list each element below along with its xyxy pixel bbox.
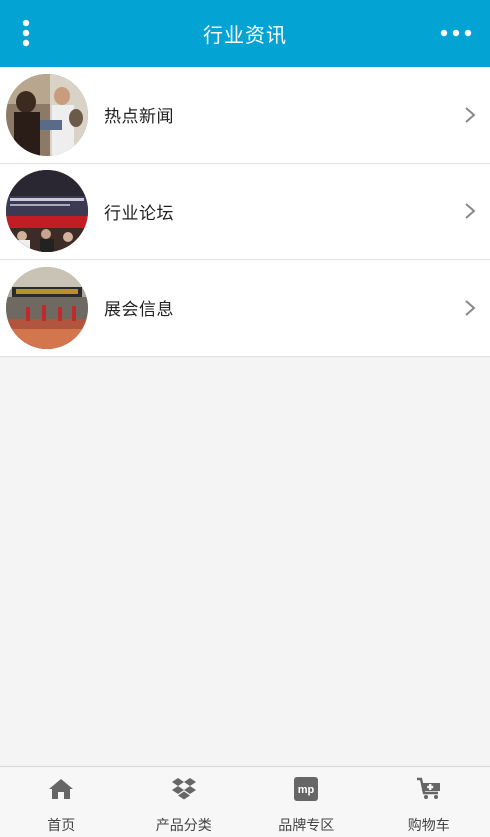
- tab-product-categories[interactable]: 产品分类: [123, 767, 246, 837]
- bottom-tab-bar: 首页 产品分类 mp 品牌专区 购物车: [0, 766, 490, 837]
- cart-icon: [415, 775, 443, 803]
- chevron-right-icon: [465, 106, 476, 123]
- tab-home[interactable]: 首页: [0, 767, 123, 837]
- vertical-dots-icon: [22, 19, 30, 47]
- industry-forum-thumbnail: [6, 170, 88, 253]
- category-list: 热点新闻 行业论坛 展会信息: [0, 67, 490, 357]
- chevron-right-icon: [465, 203, 476, 220]
- horizontal-dots-icon: [440, 29, 472, 37]
- header-bar: 行业资讯: [0, 0, 490, 67]
- list-item-label: 热点新闻: [104, 107, 174, 127]
- list-item-label: 展会信息: [104, 300, 174, 320]
- tab-label: 品牌专区: [278, 817, 335, 833]
- exhibition-info-thumbnail: [6, 266, 88, 349]
- more-button[interactable]: [434, 17, 478, 49]
- list-item-label: 行业论坛: [104, 203, 174, 223]
- svg-text:mp: mp: [298, 784, 315, 796]
- tab-label: 产品分类: [155, 817, 212, 833]
- list-item-industry-forum[interactable]: 行业论坛: [0, 163, 490, 260]
- mp-icon: mp: [292, 775, 320, 803]
- tab-shopping-cart[interactable]: 购物车: [368, 767, 490, 837]
- tab-brand-zone[interactable]: mp 品牌专区: [245, 767, 368, 837]
- home-icon: [47, 775, 75, 803]
- hot-news-thumbnail: [6, 73, 88, 156]
- list-item-hot-news[interactable]: 热点新闻: [0, 67, 490, 164]
- list-item-exhibition-info[interactable]: 展会信息: [0, 260, 490, 357]
- app: 行业资讯 热点新闻 行业论坛 展会信息 首页 产品分类 mp 品牌专区 购物车: [0, 0, 490, 837]
- tab-label: 首页: [47, 817, 76, 833]
- dropbox-icon: [170, 775, 198, 803]
- tab-label: 购物车: [407, 817, 450, 833]
- menu-button[interactable]: [14, 17, 38, 49]
- chevron-right-icon: [465, 299, 476, 316]
- page-title: 行业资讯: [203, 25, 287, 47]
